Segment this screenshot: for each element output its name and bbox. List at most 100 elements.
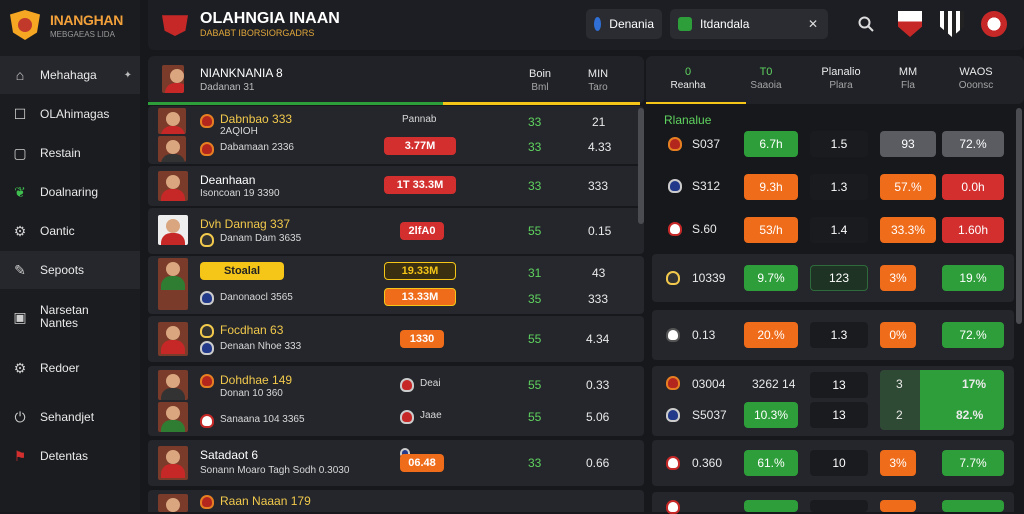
value-badge[interactable]: 1T 33.3M bbox=[384, 176, 456, 194]
column-header[interactable]: Planalio Plara bbox=[810, 66, 872, 91]
page-subtitle: DABABT IBORSIORGADRS bbox=[200, 28, 315, 38]
stats-row[interactable]: 03004 S5037 3262 14 10.3% 13 13 3 2 17% … bbox=[652, 366, 1014, 436]
stat-cell[interactable]: 17% bbox=[962, 377, 986, 391]
stat-cell[interactable]: 72.% bbox=[942, 322, 1004, 348]
table-row[interactable]: Raan Naaan 179 bbox=[148, 490, 644, 512]
stat-label: 3262 14 bbox=[752, 377, 796, 391]
value-badge[interactable]: 06.48 bbox=[400, 454, 444, 472]
team-crest-icon bbox=[668, 137, 682, 151]
stat-cell[interactable]: 1.4 bbox=[810, 217, 868, 243]
avatar[interactable] bbox=[980, 10, 1008, 38]
stat-cell[interactable] bbox=[744, 500, 798, 512]
table-row[interactable]: Dabnbao 333 2AQIOH Dabamaan 2336 Pannab … bbox=[148, 106, 644, 164]
match-code: 10339 bbox=[692, 271, 726, 285]
stat-cell[interactable]: 20.% bbox=[744, 322, 798, 348]
stat-cell[interactable] bbox=[942, 500, 1004, 512]
club-crest-icon[interactable] bbox=[896, 10, 924, 38]
stat-cell[interactable]: 0% bbox=[880, 322, 916, 348]
stat-cell[interactable]: 93 bbox=[880, 131, 936, 157]
stat-cell[interactable]: 13 bbox=[810, 372, 868, 398]
sidebar-item-home[interactable]: ⌂ Mehahaga ✦ bbox=[0, 56, 140, 94]
stat-cell[interactable]: 33.3% bbox=[880, 217, 936, 243]
sidebar-item-detentas[interactable]: ⚑ Detentas bbox=[0, 437, 140, 475]
stats-row[interactable]: 0.13 20.% 1.3 0% 72.% bbox=[652, 310, 1014, 360]
stat-cell[interactable]: 2 bbox=[896, 408, 903, 422]
sidebar-item-redoer[interactable]: ⚙ Redoer bbox=[0, 349, 140, 387]
power-icon: ⏻ bbox=[14, 408, 26, 425]
column-header[interactable]: MIN Taro bbox=[578, 68, 618, 93]
match-code: 0.360 bbox=[692, 456, 723, 470]
stat-value: 33 bbox=[528, 456, 542, 470]
table-row[interactable]: Satadaot 6 Sonann Moaro Tagh Sodh 0.3030… bbox=[148, 440, 644, 486]
stat-cell[interactable]: 9.3h bbox=[744, 174, 798, 200]
close-icon[interactable]: ✕ bbox=[808, 17, 818, 31]
stat-cell[interactable] bbox=[880, 500, 916, 512]
stat-value: 333 bbox=[588, 292, 609, 306]
cell-label: Pannab bbox=[402, 114, 437, 125]
stat-cell[interactable]: 53/h bbox=[744, 217, 798, 243]
sidebar-item-sepoots[interactable]: ✎ Sepoots bbox=[0, 251, 140, 289]
stat-cell[interactable]: 9.7% bbox=[744, 265, 798, 291]
value-badge[interactable]: 3.77M bbox=[384, 137, 456, 155]
stat-cell[interactable]: 1.60h bbox=[942, 217, 1004, 243]
value-badge[interactable]: 19.33M bbox=[384, 262, 456, 280]
scrollbar[interactable] bbox=[1016, 108, 1022, 324]
stat-cell[interactable]: 1.5 bbox=[810, 131, 868, 157]
team-name[interactable]: Stoalal bbox=[200, 262, 284, 280]
column-header[interactable]: 0 Reanha bbox=[652, 66, 724, 91]
table-row[interactable]: Deanhaan Isoncoan 19 3390 1T 33.3M 33 33… bbox=[148, 166, 644, 206]
table-row[interactable]: Stoalal Danonaocl 3565 19.33M 13.33M 31 … bbox=[148, 256, 644, 314]
stats-row[interactable]: S037 6.7h 1.5 93 72.% bbox=[652, 126, 1014, 162]
stat-cell[interactable]: 10.3% bbox=[744, 402, 798, 428]
stat-cell[interactable]: 72.% bbox=[942, 131, 1004, 157]
stat-cell[interactable]: 123 bbox=[810, 265, 868, 291]
stat-cell[interactable]: 57.% bbox=[880, 174, 936, 200]
app-logo-icon bbox=[162, 15, 188, 36]
team-sub: Danonaocl 3565 bbox=[220, 292, 293, 303]
stat-cell[interactable]: 0.0h bbox=[942, 174, 1004, 200]
table-row[interactable]: Dohdhae 149 Donan 10 360 Sanaana 104 336… bbox=[148, 366, 644, 436]
stats-row[interactable]: S.60 53/h 1.4 33.3% 1.60h bbox=[652, 210, 1014, 250]
stat-cell[interactable]: 82.% bbox=[956, 408, 983, 422]
value-badge[interactable]: 13.33M bbox=[384, 288, 456, 306]
stat-cell[interactable]: 3 bbox=[896, 377, 903, 391]
search-pill[interactable]: Denania bbox=[586, 9, 662, 39]
sidebar-item-list[interactable]: ☐ OLAhimagas bbox=[0, 95, 140, 133]
stat-cell[interactable]: 3% bbox=[880, 265, 916, 291]
sidebar-item-label: Restain bbox=[40, 146, 81, 160]
table-row[interactable]: Focdhan 63 Denaan Nhoe 333 1330 55 4.34 bbox=[148, 316, 644, 362]
column-header[interactable]: MM Fla bbox=[880, 66, 936, 91]
tab-pill[interactable]: Itdandala ✕ bbox=[670, 9, 828, 39]
sidebar-item-restain[interactable]: ▢ Restain bbox=[0, 134, 140, 172]
team-sub: Danam Dam 3635 bbox=[220, 233, 302, 244]
column-header[interactable]: T0 Saaoia bbox=[736, 66, 796, 91]
stats-row[interactable]: 0.360 61.% 10 3% 7.7% bbox=[652, 440, 1014, 486]
stat-cell[interactable]: 61.% bbox=[744, 450, 798, 476]
stats-row[interactable]: 10339 9.7% 123 3% 19.% bbox=[652, 254, 1014, 302]
stat-cell[interactable]: 1.3 bbox=[810, 174, 868, 200]
stat-cell[interactable]: 3% bbox=[880, 450, 916, 476]
sidebar-item-doalnaring[interactable]: ❦ Doalnaring bbox=[0, 173, 140, 211]
search-icon[interactable] bbox=[852, 10, 880, 38]
sidebar-item-oantic[interactable]: ⚙ Oantic bbox=[0, 212, 140, 250]
column-header[interactable]: Boin Bml bbox=[520, 68, 560, 93]
club-crest-icon[interactable] bbox=[938, 10, 966, 38]
scrollbar[interactable] bbox=[638, 108, 644, 224]
stat-cell[interactable]: 6.7h bbox=[744, 131, 798, 157]
value-badge[interactable]: 2lfA0 bbox=[400, 222, 444, 240]
stats-row[interactable] bbox=[652, 492, 1014, 514]
stats-row[interactable]: S312 9.3h 1.3 57.% 0.0h bbox=[652, 168, 1014, 206]
stat-cell[interactable]: 1.3 bbox=[810, 322, 868, 348]
table-row[interactable]: Dvh Dannag 337 Danam Dam 3635 2lfA0 55 0… bbox=[148, 208, 644, 254]
stat-value: 35 bbox=[528, 292, 542, 306]
column-header[interactable]: WAOS Ooonsc bbox=[944, 66, 1008, 91]
stat-cell[interactable]: 19.% bbox=[942, 265, 1004, 291]
sidebar-item-narsetan[interactable]: ▣ Narsetan Nantes bbox=[0, 296, 140, 338]
stat-cell[interactable] bbox=[810, 500, 868, 512]
stat-cell[interactable]: 7.7% bbox=[942, 450, 1004, 476]
team-crest-icon bbox=[200, 341, 214, 355]
sidebar-item-sehandjet[interactable]: ⏻ Sehandjet bbox=[0, 398, 140, 436]
stat-cell[interactable]: 13 bbox=[810, 402, 868, 428]
stat-cell[interactable]: 10 bbox=[810, 450, 868, 476]
value-badge[interactable]: 1330 bbox=[400, 330, 444, 348]
